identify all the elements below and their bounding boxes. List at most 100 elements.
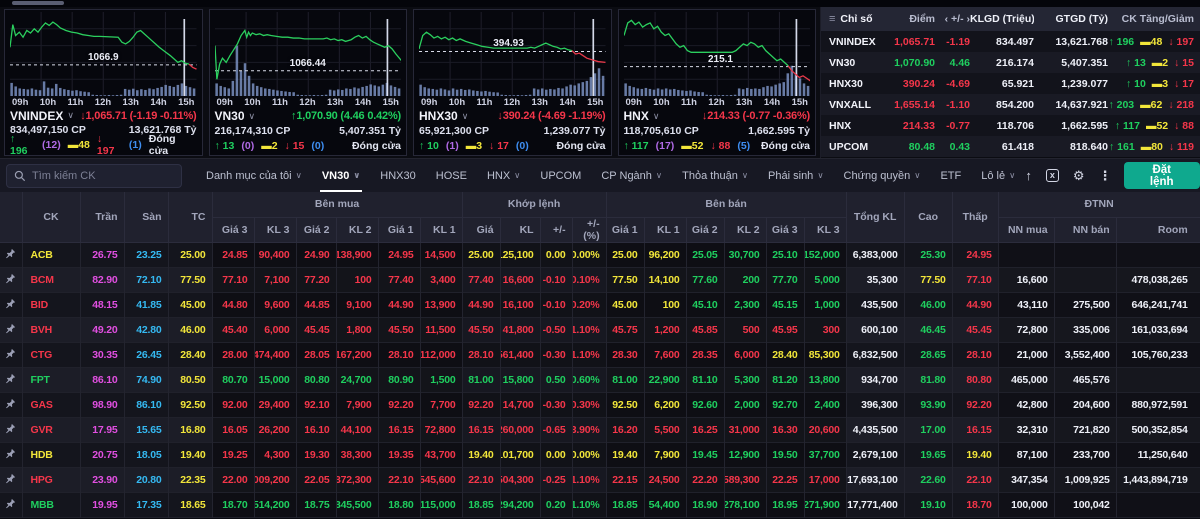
index-name[interactable]: HNX30 xyxy=(419,109,458,123)
hamburger-icon[interactable]: ≡ xyxy=(829,13,835,25)
index-row-vn30[interactable]: VN30 1,070.90 4.46 216.174 5,407.351 ↑ 13 ▬2 ↓ … xyxy=(821,52,1200,73)
index-gtgd: 13,621.768 xyxy=(1055,35,1108,48)
tab-cp-ngành[interactable]: CP Ngành ∨ xyxy=(591,159,672,192)
buy-price-1: 19.35 xyxy=(378,442,421,467)
ticker-symbol[interactable]: HDB xyxy=(22,442,81,467)
axis-tick: 13h xyxy=(327,97,344,108)
settings-icon[interactable]: ⚙ xyxy=(1073,169,1085,182)
ticker-symbol[interactable]: MBB xyxy=(22,492,81,517)
pin-icon[interactable] xyxy=(0,492,23,517)
scrollbar-thumb[interactable] xyxy=(12,1,64,5)
search-input[interactable] xyxy=(32,169,174,182)
board-row-bcm[interactable]: BCM 82.90 72.10 77.50 77.10 7,100 77.20 100 77.4… xyxy=(0,267,1200,292)
ticker-symbol[interactable]: GAS xyxy=(22,392,81,417)
index-gtgd: 14,637.921 xyxy=(1055,98,1108,111)
board-row-fpt[interactable]: FPT 86.10 74.90 80.50 80.70 15,000 80.80 24,700… xyxy=(0,367,1200,392)
tab-thỏa-thuận[interactable]: Thỏa thuận ∨ xyxy=(672,159,758,192)
tab-upcom[interactable]: UPCOM xyxy=(530,159,591,192)
match-volume: 125,100 xyxy=(500,242,541,267)
index-row-hnx30[interactable]: HNX30 390.24 -4.69 65.921 1,239.077 ↑ 10 ▬3 ↓ 1… xyxy=(821,73,1200,94)
tab-vn30[interactable]: VN30 ∨ xyxy=(312,159,370,192)
buy-price-1: 45.50 xyxy=(378,317,421,342)
pin-icon[interactable] xyxy=(0,442,23,467)
market-overview: 1066.9 09h 10h 11h 12h 13h 14h 15h VNINDEX ∨ ↓1,… xyxy=(0,7,1200,158)
index-row-upcom[interactable]: UPCOM 80.48 0.43 61.418 818.640 ↑ 161 ▬80 ↓ 119 xyxy=(821,136,1200,157)
kebab-icon[interactable]: ⋮ xyxy=(1099,169,1112,182)
axis-tick: 13h xyxy=(122,97,139,108)
chevron-down-icon[interactable]: ∨ xyxy=(249,111,256,122)
tab-hnx[interactable]: HNX ∨ xyxy=(477,159,530,192)
buy-price-3: 18.70 xyxy=(212,492,255,517)
match-price: 28.10 xyxy=(462,342,501,367)
pin-icon[interactable] xyxy=(0,267,23,292)
board-row-ctg[interactable]: CTG 30.35 26.45 28.40 28.00 474,400 28.05 167,2… xyxy=(0,342,1200,367)
board-row-bvh[interactable]: BVH 49.20 42.80 46.00 45.40 6,000 45.45 1,800 45… xyxy=(0,317,1200,342)
board-row-hdb[interactable]: HDB 20.75 18.05 19.40 19.25 4,300 19.30 38,300 1… xyxy=(0,442,1200,467)
index-name[interactable]: VNINDEX xyxy=(10,109,63,123)
board-row-mbb[interactable]: MBB 19.95 17.35 18.65 18.70 514,200 18.75 345,5… xyxy=(0,492,1200,517)
pin-icon[interactable] xyxy=(0,392,23,417)
pin-icon[interactable] xyxy=(0,242,23,267)
ticker-symbol[interactable]: BVH xyxy=(22,317,81,342)
index-point: 1,070.90 xyxy=(894,56,935,69)
reference-price: 80.50 xyxy=(168,367,213,392)
advancers-count: ↑ 161 xyxy=(1109,140,1135,153)
sell-price-3: 81.20 xyxy=(766,367,805,392)
buy-price-3: 45.40 xyxy=(212,317,255,342)
ticker-symbol[interactable]: ACB xyxy=(22,242,81,267)
ticker-symbol[interactable]: HPG xyxy=(22,467,81,492)
ticker-symbol[interactable]: CTG xyxy=(22,342,81,367)
pin-icon[interactable] xyxy=(0,342,23,367)
index-row-vnindex[interactable]: VNINDEX 1,065.71 -1.19 834.497 13,621.768 ↑ 1… xyxy=(821,31,1200,52)
board-row-bid[interactable]: BID 48.15 41.85 45.00 44.80 9,600 44.85 9,100 44… xyxy=(0,292,1200,317)
low-price: 44.90 xyxy=(952,292,999,317)
index-row-hnx[interactable]: HNX 214.33 -0.77 118.706 1,662.595 ↑ 117 ▬52 ↓ … xyxy=(821,115,1200,136)
top-scrollbar[interactable] xyxy=(0,0,1200,7)
index-name[interactable]: HNX xyxy=(624,109,649,123)
tab-lô-lẻ[interactable]: Lô lẻ ∨ xyxy=(971,159,1025,192)
chevron-down-icon[interactable]: ∨ xyxy=(67,110,74,121)
place-order-button[interactable]: Đặt lệnh xyxy=(1123,162,1200,189)
board-row-gas[interactable]: GAS 98.90 86.10 92.50 92.00 29,400 92.10 7,900 9… xyxy=(0,392,1200,417)
pin-icon[interactable] xyxy=(0,417,23,442)
toolbar-actions: ↑ x ⚙ ⋮ xyxy=(1025,169,1121,182)
upload-icon[interactable]: ↑ xyxy=(1025,169,1032,182)
ticker-symbol[interactable]: GVR xyxy=(22,417,81,442)
group-sell: Bên bán xyxy=(606,192,847,218)
sell-price-3: 25.10 xyxy=(766,242,805,267)
pin-icon[interactable] xyxy=(0,292,23,317)
group-foreign: ĐTNN xyxy=(998,192,1200,218)
board-row-acb[interactable]: ACB 26.75 23.25 25.00 24.85 90,400 24.90 138,90… xyxy=(0,242,1200,267)
pin-icon[interactable] xyxy=(0,467,23,492)
buy-price-2: 18.75 xyxy=(296,492,337,517)
stock-search[interactable] xyxy=(6,163,182,188)
low-price: 16.15 xyxy=(952,417,999,442)
pin-icon[interactable] xyxy=(0,367,23,392)
excel-icon[interactable]: x xyxy=(1045,169,1059,182)
advancers-ceiling-count: (17) xyxy=(655,139,675,152)
buy-volume-3: 29,400 xyxy=(254,392,297,417)
board-row-gvr[interactable]: GVR 17.95 15.65 16.80 16.05 26,200 16.10 44,100… xyxy=(0,417,1200,442)
tab-chứng-quyền[interactable]: Chứng quyền ∨ xyxy=(834,159,931,192)
buy-volume-1: 112,000 xyxy=(420,342,463,367)
pin-icon[interactable] xyxy=(0,317,23,342)
tab-label: HNX xyxy=(486,169,511,182)
tab-danh-mục-của-tôi[interactable]: Danh mục của tôi ∨ xyxy=(196,159,312,192)
tab-hose[interactable]: HOSE xyxy=(426,159,477,192)
buy-volume-3: 9,600 xyxy=(254,292,297,317)
chevron-down-icon[interactable]: ∨ xyxy=(653,111,660,122)
chevron-down-icon[interactable]: ∨ xyxy=(462,111,469,122)
advancers-count: ↑ 13 xyxy=(214,139,235,152)
index-change: ↓1,065.71 (-1.19 -0.11%) xyxy=(80,109,197,122)
sell-price-1: 18.85 xyxy=(606,492,645,517)
index-gtgd: 1,239.077 xyxy=(1061,77,1108,90)
board-row-hpg[interactable]: HPG23.9020.8022.3522.001,009,20022.05372… xyxy=(0,467,1200,492)
ticker-symbol[interactable]: BCM xyxy=(22,267,81,292)
ticker-symbol[interactable]: FPT xyxy=(22,367,81,392)
tab-hnx30[interactable]: HNX30 xyxy=(370,159,425,192)
tab-phái-sinh[interactable]: Phái sinh ∨ xyxy=(758,159,834,192)
ticker-symbol[interactable]: BID xyxy=(22,292,81,317)
index-row-vnxall[interactable]: VNXALL 1,655.14 -1.10 854.200 14,637.921 ↑ 20… xyxy=(821,94,1200,115)
index-name[interactable]: VN30 xyxy=(215,109,245,123)
tab-etf[interactable]: ETF xyxy=(930,159,971,192)
